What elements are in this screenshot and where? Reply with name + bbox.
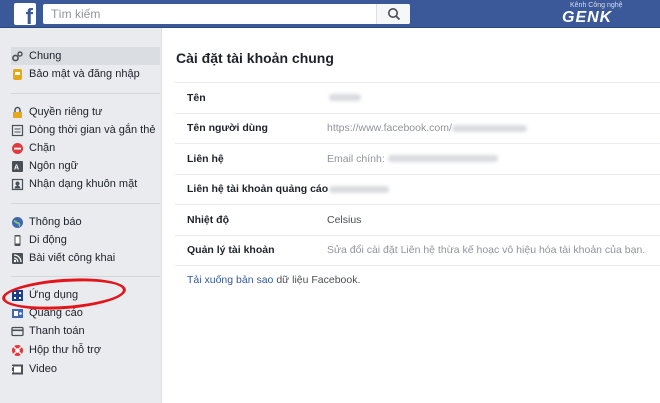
settings-table: Tên Tên người dùng https://www.facebook.co… xyxy=(175,82,660,266)
settings-row-label: Nhiệt độ xyxy=(187,213,229,226)
sidebar-item-label: Dòng thời gian và gắn thẻ xyxy=(29,124,156,136)
gears-icon xyxy=(11,50,24,63)
language-icon: A xyxy=(11,160,24,173)
rss-icon xyxy=(11,252,24,265)
settings-row-value-text: Email chính: xyxy=(327,152,388,165)
settings-row-value-text: Sửa đổi cài đặt Liên hệ thừa kế hoạc vô … xyxy=(327,244,646,257)
download-copy-link[interactable]: Tải xuống bản sao xyxy=(187,274,273,286)
download-text: dữ liệu Facebook. xyxy=(273,274,361,286)
sidebar-item-label: Nhận dạng khuôn mặt xyxy=(29,178,138,190)
lock-icon xyxy=(11,106,24,119)
page-title: Cài đặt tài khoản chung xyxy=(176,50,334,66)
settings-row-label: Liên hệ tài khoản quảng cáo xyxy=(187,183,329,196)
facebook-logo[interactable]: f xyxy=(14,3,36,28)
sidebar-item[interactable]: Hộp thư hỗ trợ xyxy=(11,341,160,359)
settings-row-value-text: Celsius xyxy=(327,213,362,226)
sidebar-item[interactable]: Chặn xyxy=(11,139,160,157)
face-icon xyxy=(11,178,24,191)
settings-row-label: Quản lý tài khoản xyxy=(187,244,275,257)
sidebar-item[interactable]: Quyền riêng tư xyxy=(11,103,160,121)
sidebar-item-label: Di động xyxy=(29,234,67,246)
sidebar-item-label: Thanh toán xyxy=(29,325,85,337)
search-input[interactable] xyxy=(43,4,377,24)
genk-watermark: Kênh Công nghệ GENK xyxy=(562,2,623,26)
settings-row-label: Liên hệ xyxy=(187,152,224,165)
sidebar-item[interactable]: Video xyxy=(11,360,160,378)
sidebar-item[interactable]: Di động xyxy=(11,231,160,249)
settings-row[interactable]: Tên xyxy=(175,83,660,114)
sidebar-item[interactable]: Nhận dạng khuôn mặt xyxy=(11,175,160,193)
redacted-value xyxy=(387,155,498,163)
settings-row-value: Email chính: xyxy=(327,153,498,165)
search-bar xyxy=(43,4,410,24)
sidebar-item[interactable]: Bảo mật và đăng nhập xyxy=(11,65,160,83)
settings-row-label: Tên người dùng xyxy=(187,122,268,135)
settings-row-value xyxy=(327,183,389,195)
sidebar-item-label: Hộp thư hỗ trợ xyxy=(29,344,102,356)
settings-row[interactable]: Tên người dùng https://www.facebook.com/ xyxy=(175,114,660,144)
sidebar-divider xyxy=(11,93,160,94)
sidebar-item-label: Thông báo xyxy=(29,216,82,228)
sidebar-item[interactable]: Bài viết công khai xyxy=(11,249,160,267)
sidebar-item-label: Chung xyxy=(29,50,62,62)
settings-row-value: Celsius xyxy=(327,214,361,226)
settings-row-label: Tên xyxy=(187,91,206,104)
svg-text:A: A xyxy=(14,164,19,171)
download-data: Tải xuống bản sao dữ liệu Facebook. xyxy=(187,274,360,286)
settings-row-value xyxy=(327,92,361,104)
sidebar-item-label: Bài viết công khai xyxy=(29,252,116,264)
settings-row[interactable]: Quản lý tài khoản Sửa đổi cài đặt Liên hệ… xyxy=(175,236,660,266)
search-button[interactable] xyxy=(376,4,410,24)
badge-icon xyxy=(11,68,24,81)
settings-row-value-text: https://www.facebook.com/ xyxy=(327,122,452,135)
search-icon xyxy=(388,8,401,21)
mobile-icon xyxy=(11,234,24,247)
settings-row[interactable]: Liên hệ tài khoản quảng cáo xyxy=(175,175,660,205)
sidebar-item[interactable]: Dòng thời gian và gắn thẻ xyxy=(11,121,160,139)
sidebar-item-label: Ngôn ngữ xyxy=(29,160,78,172)
sidebar-item[interactable]: Thông báo xyxy=(11,213,160,231)
sidebar-divider xyxy=(11,276,160,277)
sidebar-item[interactable]: Chung xyxy=(11,47,160,65)
lifebuoy-icon xyxy=(11,344,24,357)
sidebar-divider xyxy=(11,203,160,204)
settings-row[interactable]: Nhiệt độ Celsius xyxy=(175,205,660,236)
sidebar-item[interactable]: Thanh toán xyxy=(11,322,160,340)
settings-row[interactable]: Liên hệ Email chính: xyxy=(175,144,660,175)
globe-icon xyxy=(11,216,24,229)
top-bar: f Kênh Công nghệ GENK xyxy=(0,0,660,28)
timeline-icon xyxy=(11,124,24,137)
settings-panel: Cài đặt tài khoản chung Tên Tên người dùn… xyxy=(161,28,660,403)
sidebar-item[interactable]: A Ngôn ngữ xyxy=(11,157,160,175)
payment-icon xyxy=(11,325,24,338)
redacted-value xyxy=(329,185,389,193)
ads-icon xyxy=(11,307,24,320)
block-icon xyxy=(11,142,24,155)
sidebar-item-label: Quyền riêng tư xyxy=(29,106,103,118)
sidebar-item-label: Video xyxy=(29,363,57,375)
sidebar-item-label: Chặn xyxy=(29,142,56,154)
redacted-value xyxy=(451,124,527,132)
redacted-value xyxy=(329,94,361,102)
settings-row-value: Sửa đổi cài đặt Liên hệ thừa kế hoạc vô … xyxy=(327,244,645,256)
sidebar-item-label: Bảo mật và đăng nhập xyxy=(29,68,140,80)
settings-row-value: https://www.facebook.com/ xyxy=(327,122,527,134)
video-icon xyxy=(11,363,24,376)
